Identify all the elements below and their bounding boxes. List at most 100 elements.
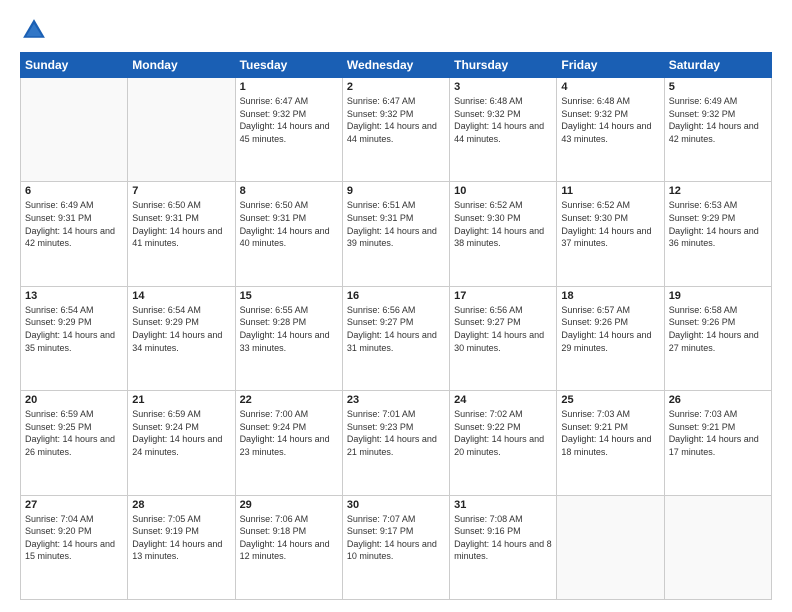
day-number: 25	[561, 394, 659, 406]
calendar-cell: 27Sunrise: 7:04 AMSunset: 9:20 PMDayligh…	[21, 495, 128, 599]
weekday-header-row: SundayMondayTuesdayWednesdayThursdayFrid…	[21, 53, 772, 78]
day-number: 29	[240, 499, 338, 511]
calendar-cell: 18 Sunrise: 6:57 AMSunset: 9:26 PMDayligh…	[557, 286, 664, 390]
calendar-cell: 5 Sunrise: 6:49 AMSunset: 9:32 PMDaylight…	[664, 78, 771, 182]
day-number: 31	[454, 499, 552, 511]
calendar-cell: 9 Sunrise: 6:51 AMSunset: 9:31 PMDaylight…	[342, 182, 449, 286]
weekday-header: Tuesday	[235, 53, 342, 78]
calendar-cell	[664, 495, 771, 599]
calendar-cell: 12 Sunrise: 6:53 AMSunset: 9:29 PMDayligh…	[664, 182, 771, 286]
day-number: 3	[454, 81, 552, 93]
day-number: 4	[561, 81, 659, 93]
calendar-cell: 29 Sunrise: 7:06 AMSunset: 9:18 PMDayligh…	[235, 495, 342, 599]
calendar-week-row: 13 Sunrise: 6:54 AMSunset: 9:29 PMDayligh…	[21, 286, 772, 390]
calendar-table: SundayMondayTuesdayWednesdayThursdayFrid…	[20, 52, 772, 600]
day-info: Sunrise: 6:48 AMSunset: 9:32 PMDaylight:…	[454, 95, 552, 145]
calendar-cell: 24 Sunrise: 7:02 AMSunset: 9:22 PMDayligh…	[450, 391, 557, 495]
weekday-header: Monday	[128, 53, 235, 78]
day-info: Sunrise: 6:58 AMSunset: 9:26 PMDaylight:…	[669, 304, 767, 354]
day-number: 17	[454, 290, 552, 302]
calendar-cell	[557, 495, 664, 599]
calendar-cell: 8 Sunrise: 6:50 AMSunset: 9:31 PMDaylight…	[235, 182, 342, 286]
day-number: 8	[240, 185, 338, 197]
calendar-cell: 4 Sunrise: 6:48 AMSunset: 9:32 PMDaylight…	[557, 78, 664, 182]
logo-icon	[20, 16, 48, 44]
calendar-cell: 17 Sunrise: 6:56 AMSunset: 9:27 PMDayligh…	[450, 286, 557, 390]
day-number: 28	[132, 499, 230, 511]
day-info: Sunrise: 7:04 AMSunset: 9:20 PMDaylight:…	[25, 513, 123, 563]
calendar-cell: 19 Sunrise: 6:58 AMSunset: 9:26 PMDayligh…	[664, 286, 771, 390]
day-info: Sunrise: 6:49 AMSunset: 9:31 PMDaylight:…	[25, 199, 123, 249]
day-info: Sunrise: 6:57 AMSunset: 9:26 PMDaylight:…	[561, 304, 659, 354]
day-number: 6	[25, 185, 123, 197]
day-info: Sunrise: 6:55 AMSunset: 9:28 PMDaylight:…	[240, 304, 338, 354]
calendar-week-row: 6 Sunrise: 6:49 AMSunset: 9:31 PMDaylight…	[21, 182, 772, 286]
day-number: 20	[25, 394, 123, 406]
calendar-cell: 3 Sunrise: 6:48 AMSunset: 9:32 PMDaylight…	[450, 78, 557, 182]
day-info: Sunrise: 7:05 AMSunset: 9:19 PMDaylight:…	[132, 513, 230, 563]
day-info: Sunrise: 6:51 AMSunset: 9:31 PMDaylight:…	[347, 199, 445, 249]
day-info: Sunrise: 7:08 AMSunset: 9:16 PMDaylight:…	[454, 513, 552, 563]
day-info: Sunrise: 6:52 AMSunset: 9:30 PMDaylight:…	[454, 199, 552, 249]
day-info: Sunrise: 6:54 AMSunset: 9:29 PMDaylight:…	[132, 304, 230, 354]
page: SundayMondayTuesdayWednesdayThursdayFrid…	[0, 0, 792, 612]
day-info: Sunrise: 7:03 AMSunset: 9:21 PMDaylight:…	[669, 408, 767, 458]
calendar-cell: 2 Sunrise: 6:47 AMSunset: 9:32 PMDaylight…	[342, 78, 449, 182]
calendar-cell: 11Sunrise: 6:52 AMSunset: 9:30 PMDayligh…	[557, 182, 664, 286]
day-number: 13	[25, 290, 123, 302]
day-info: Sunrise: 6:47 AMSunset: 9:32 PMDaylight:…	[347, 95, 445, 145]
day-number: 10	[454, 185, 552, 197]
calendar-cell: 1 Sunrise: 6:47 AMSunset: 9:32 PMDaylight…	[235, 78, 342, 182]
day-number: 9	[347, 185, 445, 197]
day-info: Sunrise: 6:49 AMSunset: 9:32 PMDaylight:…	[669, 95, 767, 145]
calendar-cell: 20 Sunrise: 6:59 AMSunset: 9:25 PMDayligh…	[21, 391, 128, 495]
day-info: Sunrise: 6:53 AMSunset: 9:29 PMDaylight:…	[669, 199, 767, 249]
day-number: 5	[669, 81, 767, 93]
day-info: Sunrise: 6:56 AMSunset: 9:27 PMDaylight:…	[347, 304, 445, 354]
calendar-cell: 23Sunrise: 7:01 AMSunset: 9:23 PMDayligh…	[342, 391, 449, 495]
day-number: 18	[561, 290, 659, 302]
day-number: 30	[347, 499, 445, 511]
day-number: 2	[347, 81, 445, 93]
weekday-header: Saturday	[664, 53, 771, 78]
calendar-week-row: 20 Sunrise: 6:59 AMSunset: 9:25 PMDayligh…	[21, 391, 772, 495]
calendar-cell: 26 Sunrise: 7:03 AMSunset: 9:21 PMDayligh…	[664, 391, 771, 495]
day-number: 1	[240, 81, 338, 93]
calendar-cell	[21, 78, 128, 182]
day-number: 26	[669, 394, 767, 406]
day-number: 24	[454, 394, 552, 406]
day-info: Sunrise: 6:47 AMSunset: 9:32 PMDaylight:…	[240, 95, 338, 145]
calendar-cell: 22Sunrise: 7:00 AMSunset: 9:24 PMDayligh…	[235, 391, 342, 495]
day-number: 21	[132, 394, 230, 406]
logo	[20, 16, 52, 44]
day-info: Sunrise: 6:48 AMSunset: 9:32 PMDaylight:…	[561, 95, 659, 145]
calendar-cell: 21 Sunrise: 6:59 AMSunset: 9:24 PMDayligh…	[128, 391, 235, 495]
day-number: 12	[669, 185, 767, 197]
day-number: 16	[347, 290, 445, 302]
calendar-cell: 7Sunrise: 6:50 AMSunset: 9:31 PMDaylight…	[128, 182, 235, 286]
day-info: Sunrise: 6:52 AMSunset: 9:30 PMDaylight:…	[561, 199, 659, 249]
calendar-cell: 6 Sunrise: 6:49 AMSunset: 9:31 PMDaylight…	[21, 182, 128, 286]
day-info: Sunrise: 6:54 AMSunset: 9:29 PMDaylight:…	[25, 304, 123, 354]
calendar-cell: 14 Sunrise: 6:54 AMSunset: 9:29 PMDayligh…	[128, 286, 235, 390]
day-info: Sunrise: 7:06 AMSunset: 9:18 PMDaylight:…	[240, 513, 338, 563]
day-number: 7	[132, 185, 230, 197]
day-info: Sunrise: 6:56 AMSunset: 9:27 PMDaylight:…	[454, 304, 552, 354]
header	[20, 16, 772, 44]
day-info: Sunrise: 7:07 AMSunset: 9:17 PMDaylight:…	[347, 513, 445, 563]
day-info: Sunrise: 7:02 AMSunset: 9:22 PMDaylight:…	[454, 408, 552, 458]
calendar-cell: 31 Sunrise: 7:08 AMSunset: 9:16 PMDayligh…	[450, 495, 557, 599]
day-number: 19	[669, 290, 767, 302]
calendar-cell: 15 Sunrise: 6:55 AMSunset: 9:28 PMDayligh…	[235, 286, 342, 390]
calendar-week-row: 27Sunrise: 7:04 AMSunset: 9:20 PMDayligh…	[21, 495, 772, 599]
day-number: 23	[347, 394, 445, 406]
day-number: 14	[132, 290, 230, 302]
day-info: Sunrise: 6:59 AMSunset: 9:24 PMDaylight:…	[132, 408, 230, 458]
day-number: 15	[240, 290, 338, 302]
day-info: Sunrise: 7:03 AMSunset: 9:21 PMDaylight:…	[561, 408, 659, 458]
day-info: Sunrise: 7:00 AMSunset: 9:24 PMDaylight:…	[240, 408, 338, 458]
day-info: Sunrise: 6:59 AMSunset: 9:25 PMDaylight:…	[25, 408, 123, 458]
day-info: Sunrise: 6:50 AMSunset: 9:31 PMDaylight:…	[240, 199, 338, 249]
calendar-week-row: 1 Sunrise: 6:47 AMSunset: 9:32 PMDaylight…	[21, 78, 772, 182]
calendar-cell: 16 Sunrise: 6:56 AMSunset: 9:27 PMDayligh…	[342, 286, 449, 390]
